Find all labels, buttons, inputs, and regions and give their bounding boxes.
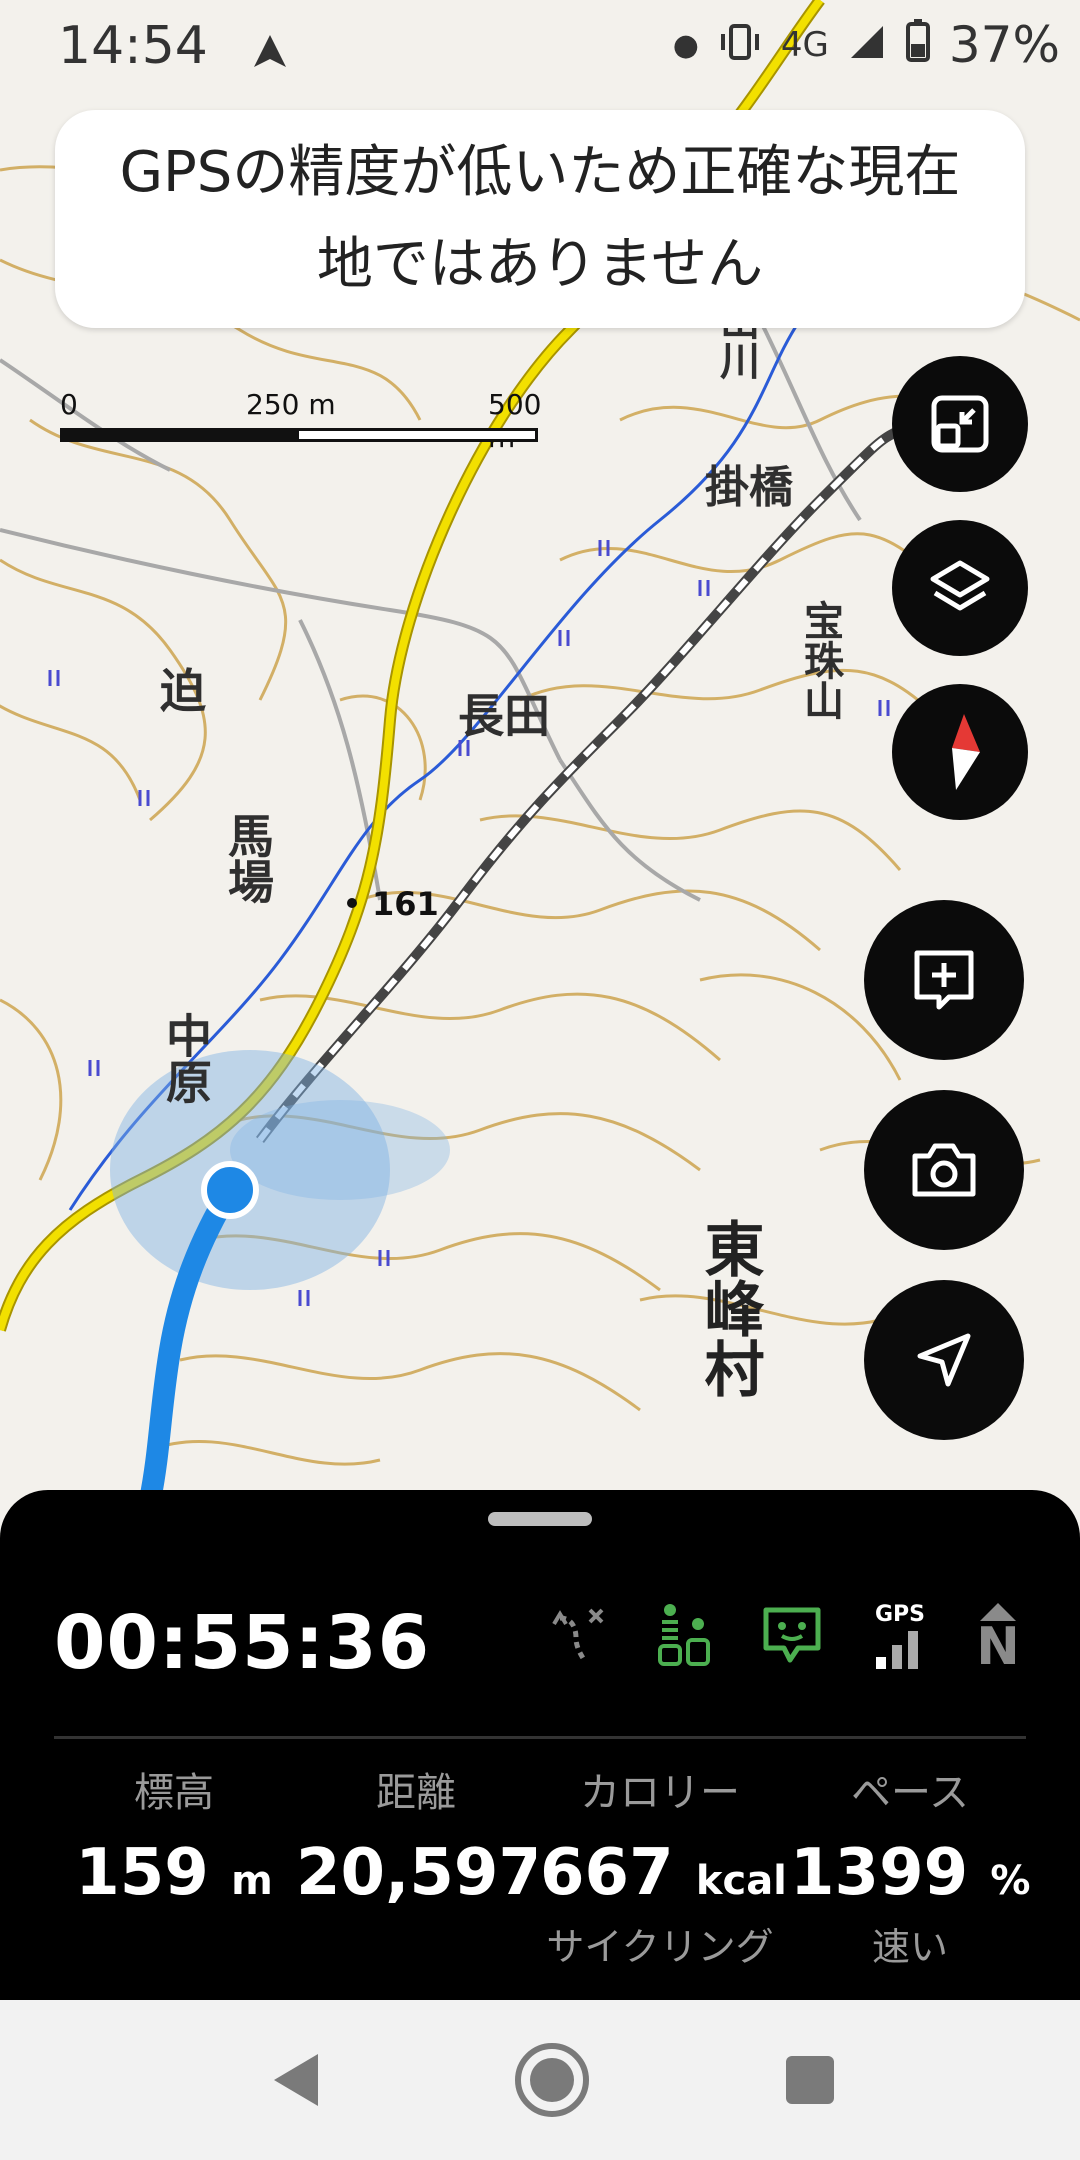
pace-value: 1399 <box>790 1836 969 1910</box>
battery-percent: 37% <box>948 16 1060 74</box>
dot-icon: ● <box>672 27 699 63</box>
navigate-icon <box>917 1333 971 1387</box>
map-label-nakabaru: 中原 <box>159 1012 213 1104</box>
system-nav-bar <box>0 2000 1080 2160</box>
camera-button[interactable] <box>864 1090 1024 1250</box>
calories-unit: kcal <box>695 1858 787 1904</box>
map-talk-icon[interactable] <box>760 1602 824 1670</box>
scale-bar-line <box>60 428 538 442</box>
stat-value: 667 kcal <box>540 1836 787 1910</box>
activity-panel[interactable]: 00:55:36 GPS N 標高 159 m 距離 20,597 m カロリー… <box>0 1490 1080 2000</box>
compass-button[interactable] <box>892 684 1028 820</box>
pace-description: 速い <box>871 1925 948 1969</box>
stat-label: 距離 <box>376 1770 456 1816</box>
stat-altitude: 標高 159 m <box>54 1760 294 1910</box>
back-icon[interactable] <box>268 2050 324 2114</box>
scale-bar: 0 250 m 500 m <box>60 388 541 454</box>
waypoints-icon[interactable] <box>656 1600 712 1672</box>
distance-value: 20,597 <box>296 1836 536 1910</box>
layers-icon <box>930 560 990 611</box>
navigation-arrow-icon <box>250 24 290 84</box>
fit-screen-button[interactable] <box>892 356 1028 492</box>
status-time: 14:54 <box>58 16 208 76</box>
status-icons: GPS N <box>552 1600 1020 1677</box>
camera-icon <box>912 1143 976 1197</box>
battery-icon <box>905 16 931 74</box>
home-icon[interactable] <box>512 2040 592 2124</box>
stat-value: 20,597 m <box>296 1836 536 1910</box>
map-label-hojusan: 宝珠山 <box>797 600 843 720</box>
altitude-unit: m <box>231 1858 273 1904</box>
map-label-sako: 迫 <box>160 664 206 718</box>
stat-label: カロリー <box>580 1770 740 1816</box>
stat-value: 159 m <box>54 1836 294 1910</box>
status-bar: 14:54 ● 4G 37% <box>0 0 1080 96</box>
gps-label: GPS <box>874 1601 926 1627</box>
altitude-value: 159 <box>75 1836 209 1910</box>
map-label-elevation-point: 161 <box>372 885 439 923</box>
route-icon[interactable] <box>552 1604 608 1668</box>
map-label-baba: 馬場 <box>221 812 275 904</box>
vibrate-icon <box>717 16 763 74</box>
map-label-tohomura: 東峰村 <box>694 1218 764 1398</box>
recents-icon[interactable] <box>784 2054 836 2110</box>
stat-pace: ペース 1399 % 速い <box>790 1760 1030 1971</box>
navigate-button[interactable] <box>864 1280 1024 1440</box>
north-label: N <box>976 1617 1020 1677</box>
pace-unit: % <box>990 1858 1031 1904</box>
scale-label-0: 0 <box>60 388 78 421</box>
signal-icon <box>847 16 887 74</box>
toast-message: GPSの精度が低いため正確な現在地ではありません <box>119 140 961 297</box>
stat-label: ペース <box>851 1770 969 1816</box>
gps-accuracy-toast: GPSの精度が低いため正確な現在地ではありません <box>55 110 1025 328</box>
stat-calories: カロリー 667 kcal サイクリング <box>540 1760 787 1971</box>
fit-screen-icon <box>931 395 989 453</box>
stat-distance: 距離 20,597 m <box>296 1760 536 1910</box>
activity-type: サイクリング <box>546 1925 774 1969</box>
layers-button[interactable] <box>892 520 1028 656</box>
panel-divider <box>54 1736 1026 1739</box>
calories-value: 667 <box>540 1836 674 1910</box>
north-up-icon[interactable]: N <box>976 1601 1020 1677</box>
panel-drag-handle[interactable] <box>488 1512 592 1526</box>
scale-label-250: 250 m <box>246 388 336 421</box>
network-label: 4G <box>780 25 829 65</box>
map-label-kakehashi: 掛橋 <box>705 462 793 513</box>
add-note-button[interactable] <box>864 900 1024 1060</box>
scale-label-500: 500 m <box>488 388 542 454</box>
stat-label: 標高 <box>134 1770 214 1816</box>
map-label-nagata: 長田 <box>458 689 550 743</box>
elapsed-timer: 00:55:36 <box>54 1600 431 1686</box>
add-note-icon <box>914 950 974 1010</box>
compass-icon <box>952 714 980 790</box>
gps-signal-icon: GPS <box>872 1602 928 1671</box>
stat-value: 1399 % <box>790 1836 1030 1910</box>
